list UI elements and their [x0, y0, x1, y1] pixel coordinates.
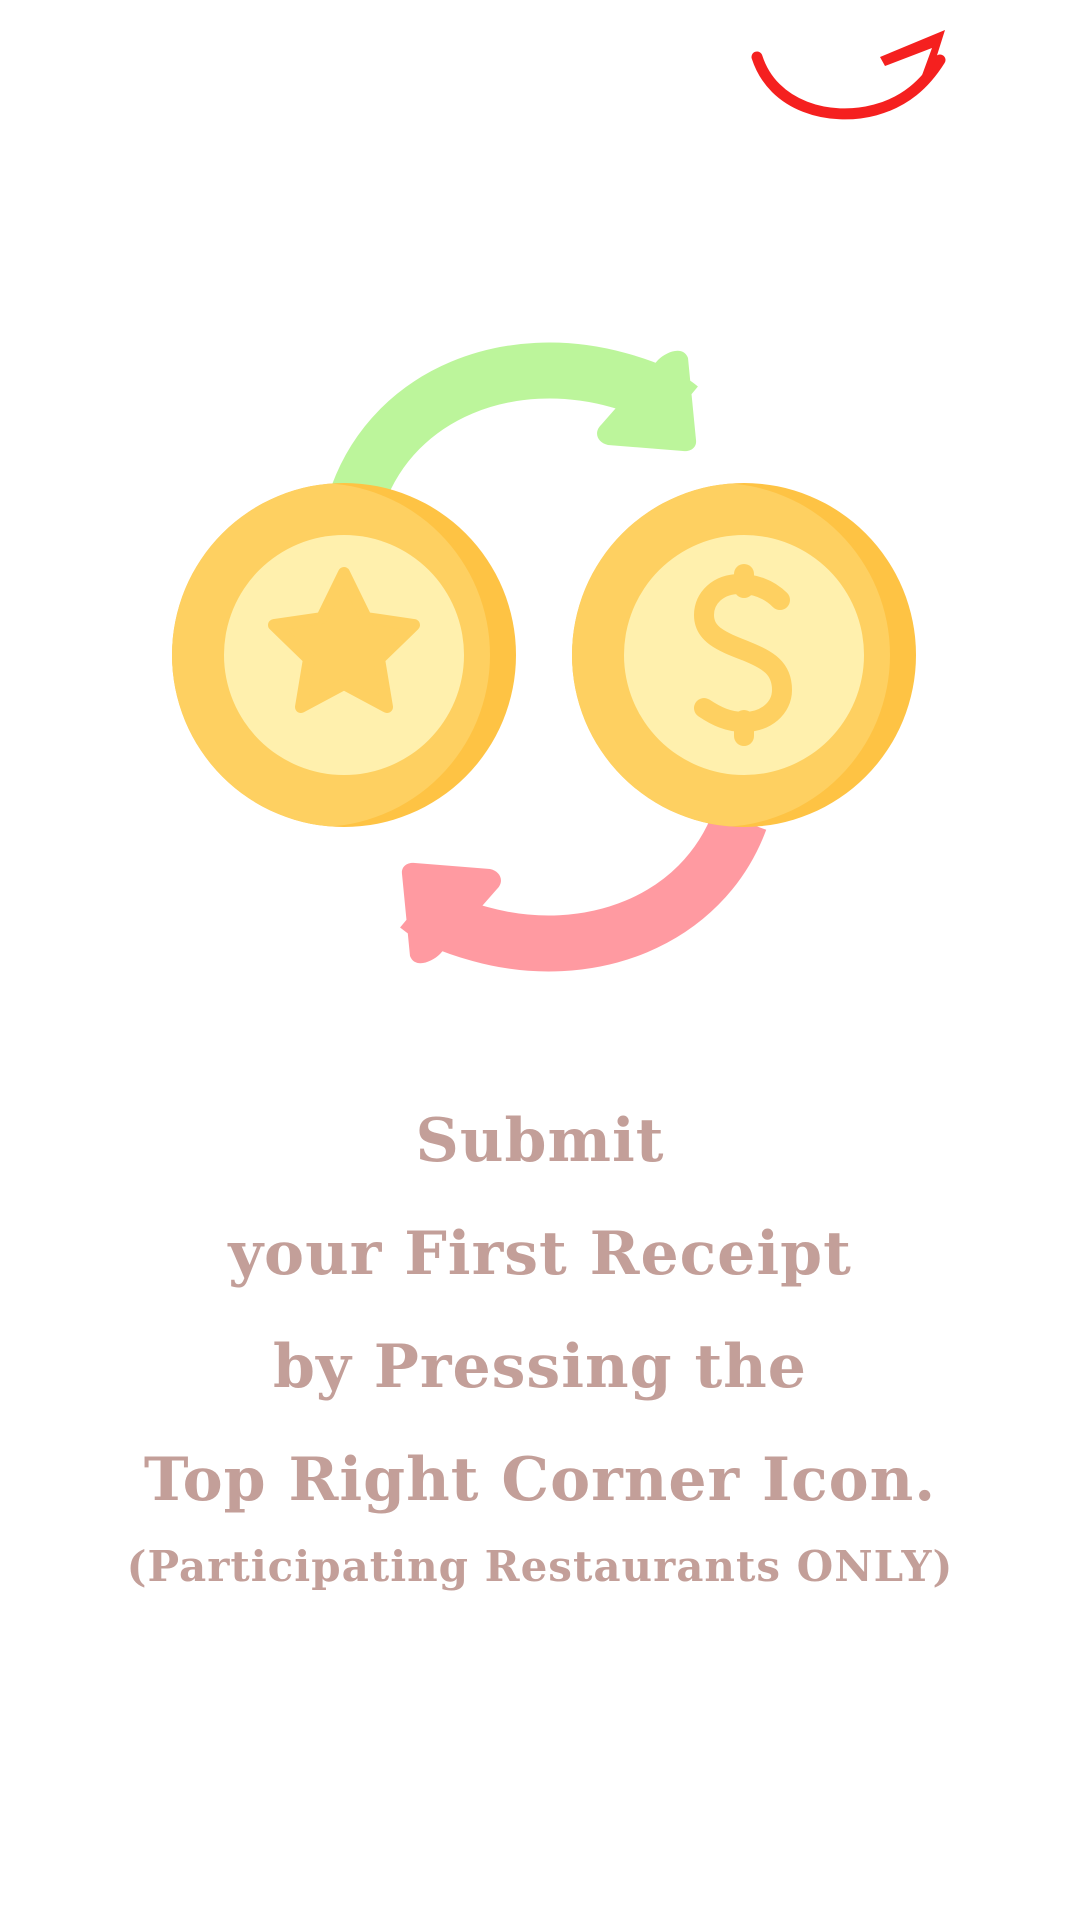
coin-exchange-icon	[172, 342, 916, 972]
onboarding-screen: Submit your First Receipt by Pressing th…	[0, 0, 1080, 1920]
pink-arrow-icon	[400, 809, 767, 972]
green-arrow-icon	[331, 342, 698, 506]
instruction-line-3: by Pressing the	[273, 1332, 807, 1402]
participation-note: (Participating Restaurants ONLY)	[126, 1542, 954, 1591]
instruction-line-4: Top Right Corner Icon.	[143, 1445, 937, 1515]
star-coin-icon	[172, 483, 516, 827]
curved-arrow-up-right-icon	[751, 30, 946, 120]
instruction-line-1: Submit	[415, 1106, 665, 1176]
instruction-message: Submit your First Receipt by Pressing th…	[0, 1085, 1080, 1597]
dollar-coin-icon	[572, 483, 916, 827]
instruction-line-2: your First Receipt	[228, 1219, 852, 1289]
